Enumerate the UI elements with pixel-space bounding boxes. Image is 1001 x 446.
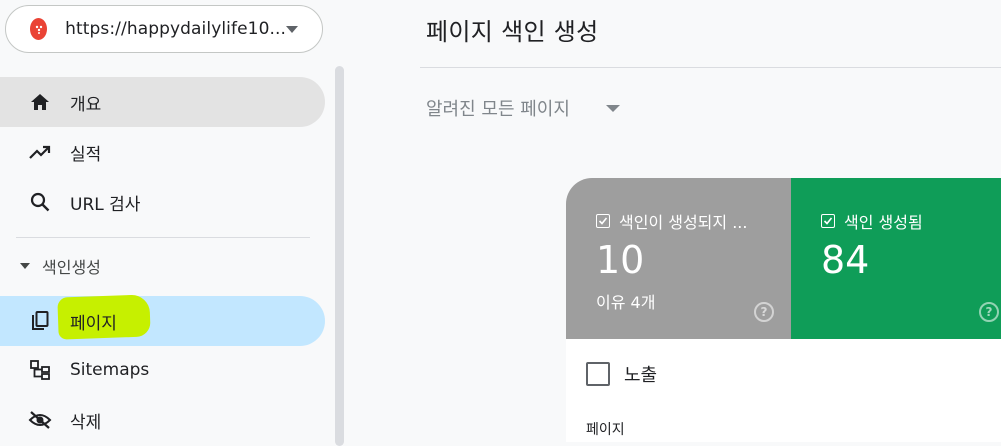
home-icon [28,90,52,114]
sidebar-item-removals[interactable]: 삭제 [0,395,325,445]
filter-label: 알려진 모든 페이지 [426,99,570,120]
sidebar-item-pages[interactable]: 페이지 [0,294,325,346]
sidebar-item-label: 삭제 [70,412,102,433]
sidebar-item-label: URL 검사 [70,194,141,215]
chart-panel: 노출 페이지 [566,339,1001,442]
card-value: 84 [821,238,870,282]
exposure-label: 노출 [624,365,658,386]
indexed-card[interactable]: 색인 생성됨 84 ? [791,178,1001,339]
sitemap-icon [28,358,52,382]
sidebar-divider [16,237,310,238]
sidebar-scrollbar[interactable] [335,66,344,446]
visibility-off-icon [28,408,52,432]
sidebar: https://happydailylife10... 개요 실적 URL 검사… [0,0,346,446]
sidebar-item-label: 개요 [70,94,102,115]
checkbox-unchecked-icon [586,362,610,386]
sidebar-item-label: 실적 [70,144,102,165]
sidebar-item-label: 페이지 [70,313,117,334]
header-divider [420,67,1001,68]
page-title: 페이지 색인 생성 [426,18,599,46]
section-label: 색인생성 [42,258,101,277]
property-selector[interactable]: https://happydailylife10... [5,5,323,53]
card-value: 10 [596,238,645,282]
checkbox-checked-icon [821,214,835,228]
card-label: 색인 생성됨 [844,213,923,232]
checkbox-checked-icon [596,214,610,228]
page-filter-dropdown[interactable]: 알려진 모든 페이지 [426,95,620,121]
section-header-indexing[interactable]: 색인생성 [20,254,101,278]
card-sub-text: 이유 4개 [596,293,656,312]
trending-up-icon [28,140,52,164]
chevron-down-icon[interactable] [286,25,298,33]
chart-axis-label: 페이지 [586,422,625,438]
help-icon[interactable]: ? [979,302,999,322]
help-icon[interactable]: ? [754,302,774,322]
sidebar-item-label: Sitemaps [70,360,150,380]
search-icon [28,190,52,214]
chevron-down-icon [605,104,620,112]
card-label: 색인이 생성되지 ... [619,213,748,232]
sidebar-item-performance[interactable]: 실적 [0,127,325,177]
not-indexed-checkbox[interactable]: 색인이 생성되지 ... [596,209,747,233]
property-url: https://happydailylife10... [65,19,286,39]
exposure-checkbox[interactable]: 노출 [586,361,657,387]
indexed-checkbox[interactable]: 색인 생성됨 [821,209,923,233]
not-indexed-card[interactable]: 색인이 생성되지 ... 10 이유 4개 ? [566,178,791,339]
sidebar-item-url-inspection[interactable]: URL 검사 [0,177,325,227]
sidebar-item-overview[interactable]: 개요 [0,77,325,127]
file-copy-icon [28,309,52,333]
collapse-triangle-icon [20,263,30,269]
site-favicon-icon [30,18,48,40]
sidebar-item-sitemaps[interactable]: Sitemaps [0,345,325,395]
